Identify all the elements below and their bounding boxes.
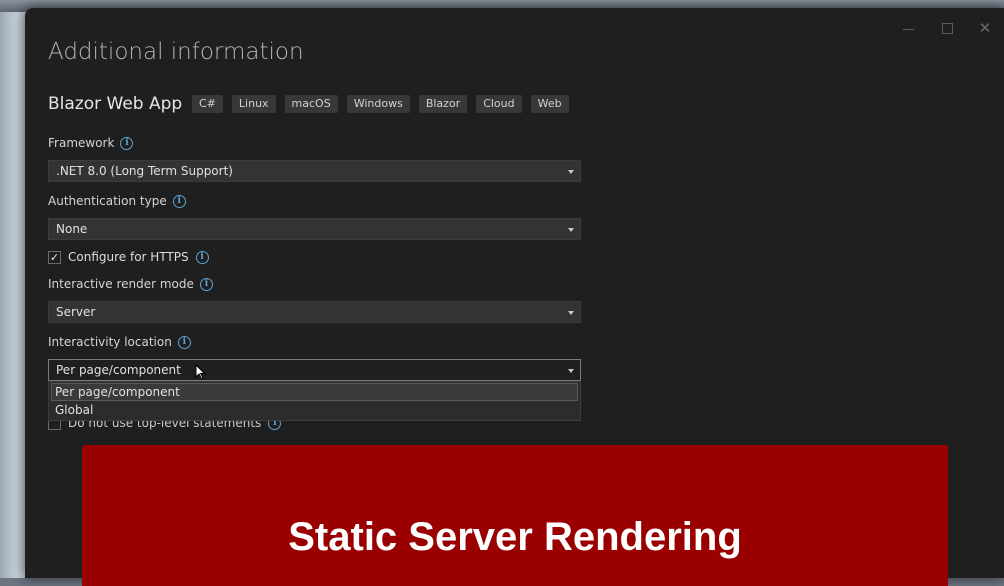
https-checkbox[interactable]: ✓ (48, 250, 61, 264)
dropdown-option-global[interactable]: Global (49, 401, 580, 419)
overlay-banner: Static Server Rendering (82, 445, 948, 586)
banner-title: Static Server Rendering (288, 515, 742, 559)
render-mode-label-row: Interactive render mode i (48, 277, 213, 291)
render-mode-value: Server (56, 305, 96, 319)
interactivity-location-value: Per page/component (56, 363, 181, 377)
tag-cloud: Cloud (476, 95, 522, 113)
chevron-down-icon (568, 228, 574, 232)
authentication-label: Authentication type (48, 194, 167, 208)
tag-windows: Windows (346, 95, 410, 113)
template-name: Blazor Web App (48, 94, 183, 114)
info-icon[interactable]: i (199, 277, 213, 291)
tag-blazor: Blazor (418, 95, 468, 113)
interactivity-location-label: Interactivity location (48, 335, 172, 349)
chevron-down-icon (568, 311, 574, 315)
https-row: ✓ Configure for HTTPS i (48, 250, 209, 264)
interactivity-location-dropdown: Per page/component Global (48, 381, 581, 421)
tag-web: Web (530, 95, 569, 113)
info-icon[interactable]: i (177, 335, 191, 349)
framework-select[interactable]: .NET 8.0 (Long Term Support) (48, 160, 581, 182)
interactivity-location-label-row: Interactivity location i (48, 335, 191, 349)
page-title: Additional information (48, 39, 304, 65)
tag-macos: macOS (284, 95, 338, 113)
framework-value: .NET 8.0 (Long Term Support) (56, 164, 233, 178)
tag-linux: Linux (231, 95, 276, 113)
minimize-icon[interactable] (902, 22, 916, 36)
info-icon[interactable]: i (195, 250, 209, 264)
chevron-down-icon (568, 170, 574, 174)
chevron-down-icon (568, 369, 574, 373)
https-label: Configure for HTTPS (68, 250, 189, 264)
info-icon[interactable]: i (120, 136, 134, 150)
maximize-icon[interactable] (941, 22, 955, 36)
framework-label-row: Framework i (48, 136, 134, 150)
interactivity-location-select[interactable]: Per page/component (48, 359, 581, 381)
authentication-label-row: Authentication type i (48, 194, 186, 208)
dropdown-option-per-page[interactable]: Per page/component (51, 383, 578, 401)
template-tags: C# Linux macOS Windows Blazor Cloud Web (192, 95, 569, 113)
info-icon[interactable]: i (172, 194, 186, 208)
authentication-value: None (56, 222, 88, 236)
render-mode-label: Interactive render mode (48, 277, 194, 291)
mouse-cursor-icon (195, 364, 206, 380)
render-mode-select[interactable]: Server (48, 301, 581, 323)
close-icon[interactable]: ✕ (978, 21, 992, 36)
framework-label: Framework (48, 136, 115, 150)
authentication-select[interactable]: None (48, 218, 581, 240)
dialog-window: ✕ Additional information Blazor Web App … (25, 8, 1004, 586)
tag-csharp: C# (192, 95, 223, 113)
